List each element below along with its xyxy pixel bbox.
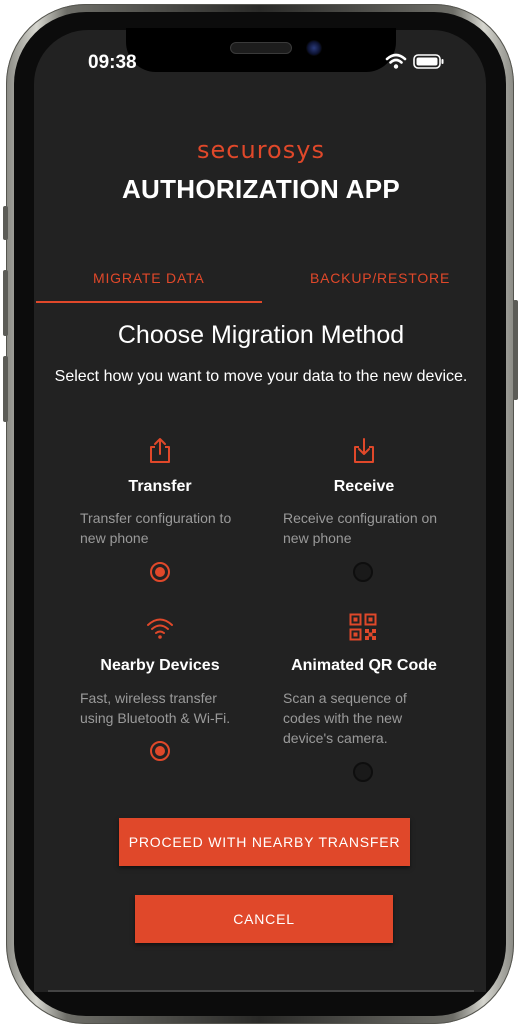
option-transfer-title: Transfer [128,478,192,495]
qr-code-icon [349,613,377,641]
radio-nearby-devices[interactable] [150,741,170,761]
active-tab-indicator [36,301,262,303]
option-qr-desc: Scan a sequence of codes with the new de… [283,690,407,746]
page-title: Choose Migration Method [117,321,405,349]
cancel-button[interactable]: CANCEL [135,895,393,943]
status-time: 09:38 [88,52,137,73]
earpiece-speaker [230,42,292,54]
wifi-icon [147,618,173,639]
screen-bottom-edge [48,990,474,992]
side-button-mute [3,206,8,240]
status-icons [384,52,448,72]
share-upload-icon [150,438,170,463]
front-camera [306,40,322,56]
download-icon [354,438,374,463]
app-title: AUTHORIZATION APP [121,174,401,204]
proceed-button[interactable]: PROCEED WITH NEARBY TRANSFER [119,818,410,866]
option-receive-title: Receive [333,478,395,495]
battery-icon [413,54,444,69]
radio-receive[interactable] [353,562,373,582]
option-transfer-desc: Transfer configuration to new phone [80,510,232,546]
page-subtitle: Select how you want to move your data to… [54,368,468,385]
wifi-status-icon [385,53,444,69]
option-nearby-desc: Fast, wireless transfer using Bluetooth … [80,690,231,726]
option-qr-title: Animated QR Code [291,657,437,674]
tab-migrate-data[interactable]: MIGRATE DATA [93,270,205,286]
option-receive-desc: Receive configuration on new phone [283,510,438,546]
radio-animated-qr[interactable] [353,762,373,782]
tab-backup-restore[interactable]: BACKUP/RESTORE [310,270,450,286]
phone-mockup: 09:38 securosys AUTHORIZATION APP MIGRAT… [0,0,522,1029]
radio-transfer[interactable] [150,562,170,582]
side-button-volume-down [3,356,8,422]
securosys-logo: securosys [197,136,325,164]
option-nearby-title: Nearby Devices [100,657,220,674]
